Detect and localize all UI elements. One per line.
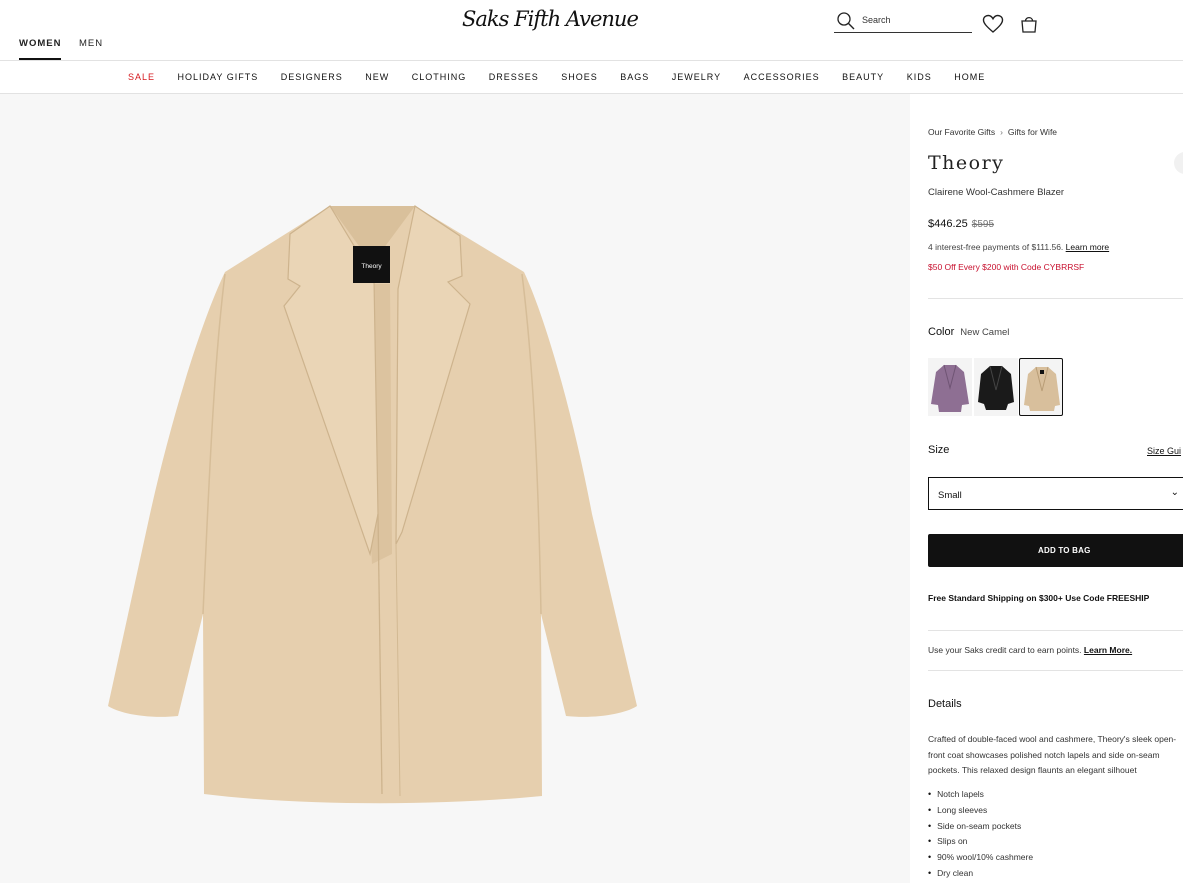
credit-card-message: Use your Saks credit card to earn points… [928, 645, 1132, 655]
saks-logo[interactable]: Saks Fifth Avenue [462, 7, 639, 31]
divider [928, 630, 1183, 631]
chevron-down-icon: ⌄ [1170, 487, 1179, 498]
color-label: Color [928, 326, 955, 338]
sale-price: $446.25 [928, 218, 968, 230]
search-icon[interactable] [836, 11, 856, 31]
product-image[interactable]: Theory [0, 94, 910, 883]
list-item: Slips on [928, 836, 1033, 852]
installments-info: 4 interest-free payments of $111.56. Lea… [928, 242, 1109, 252]
chevron-right-icon: › [1000, 127, 1003, 137]
nav-item-new[interactable]: NEW [365, 72, 389, 82]
divider [928, 298, 1183, 299]
color-selector-label: Color New Camel [928, 326, 1009, 338]
price: $446.25 $595 [928, 218, 994, 230]
color-swatch-black[interactable] [974, 358, 1018, 416]
category-nav: SALE HOLIDAY GIFTS DESIGNERS NEW CLOTHIN… [0, 61, 1183, 94]
nav-item-accessories[interactable]: ACCESSORIES [744, 72, 820, 82]
brand-name[interactable]: Theory [928, 152, 1004, 174]
search-bar[interactable] [834, 10, 972, 33]
nav-item-shoes[interactable]: SHOES [561, 72, 598, 82]
promo-message: $50 Off Every $200 with Code CYBRRSF [928, 262, 1085, 272]
size-selected-value: Small [938, 490, 962, 501]
details-bullet-list: Notch lapels Long sleeves Side on-seam p… [928, 789, 1033, 883]
product-image-gallery[interactable]: Theory [0, 94, 910, 883]
breadcrumb-item-favorite-gifts[interactable]: Our Favorite Gifts [928, 127, 995, 137]
credit-text: Use your Saks credit card to earn points… [928, 645, 1082, 655]
share-icon[interactable] [1174, 152, 1183, 174]
installments-learn-more-link[interactable]: Learn more [1066, 242, 1109, 252]
size-guide-link[interactable]: Size Gui [1147, 446, 1181, 456]
nav-item-kids[interactable]: KIDS [907, 72, 932, 82]
tab-women[interactable]: WOMEN [19, 38, 62, 60]
nav-item-holiday-gifts[interactable]: HOLIDAY GIFTS [178, 72, 259, 82]
product-details-panel: Our Favorite Gifts › Gifts for Wife Theory… [910, 94, 1183, 883]
swatch-image [931, 364, 969, 412]
color-swatch-purple[interactable] [928, 358, 972, 416]
breadcrumb: Our Favorite Gifts › Gifts for Wife [928, 127, 1057, 137]
nav-item-designers[interactable]: DESIGNERS [281, 72, 343, 82]
installments-text: 4 interest-free payments of $111.56. [928, 242, 1064, 252]
nav-item-sale[interactable]: SALE [128, 72, 155, 82]
details-description: Crafted of double-faced wool and cashmer… [928, 734, 1177, 775]
breadcrumb-item-gifts-for-wife[interactable]: Gifts for Wife [1008, 127, 1057, 137]
swatch-image [1024, 366, 1060, 411]
list-item: Notch lapels [928, 789, 1033, 805]
color-swatch-new-camel[interactable] [1019, 358, 1063, 416]
shopping-bag-icon[interactable] [1019, 14, 1039, 34]
swatch-image [978, 365, 1014, 410]
tab-men[interactable]: MEN [79, 38, 103, 49]
details-heading[interactable]: Details [928, 698, 962, 710]
list-item: Dry clean [928, 868, 1033, 883]
list-item: Side on-seam pockets [928, 821, 1033, 837]
divider [928, 670, 1183, 671]
nav-item-clothing[interactable]: CLOTHING [412, 72, 467, 82]
nav-item-dresses[interactable]: DRESSES [489, 72, 539, 82]
garment-label: Theory [361, 263, 382, 270]
list-item: Long sleeves [928, 805, 1033, 821]
size-label: Size [928, 444, 950, 456]
shipping-message: Free Standard Shipping on $300+ Use Code… [928, 593, 1150, 603]
product-name: Clairene Wool-Cashmere Blazer [928, 187, 1065, 198]
credit-learn-more-link[interactable]: Learn More. [1084, 645, 1132, 655]
nav-item-home[interactable]: HOME [954, 72, 985, 82]
nav-item-bags[interactable]: BAGS [620, 72, 649, 82]
color-value: New Camel [960, 327, 1010, 338]
nav-item-jewelry[interactable]: JEWELRY [672, 72, 721, 82]
size-select[interactable]: Small ⌄ [928, 477, 1183, 510]
nav-item-beauty[interactable]: BEAUTY [842, 72, 884, 82]
original-price: $595 [971, 219, 995, 230]
top-header: WOMEN MEN Saks Fifth Avenue [0, 0, 1183, 61]
search-input[interactable] [862, 15, 967, 25]
list-item: 90% wool/10% cashmere [928, 852, 1033, 868]
add-to-bag-button[interactable]: ADD TO BAG [928, 534, 1183, 567]
heart-icon[interactable] [982, 14, 1004, 34]
